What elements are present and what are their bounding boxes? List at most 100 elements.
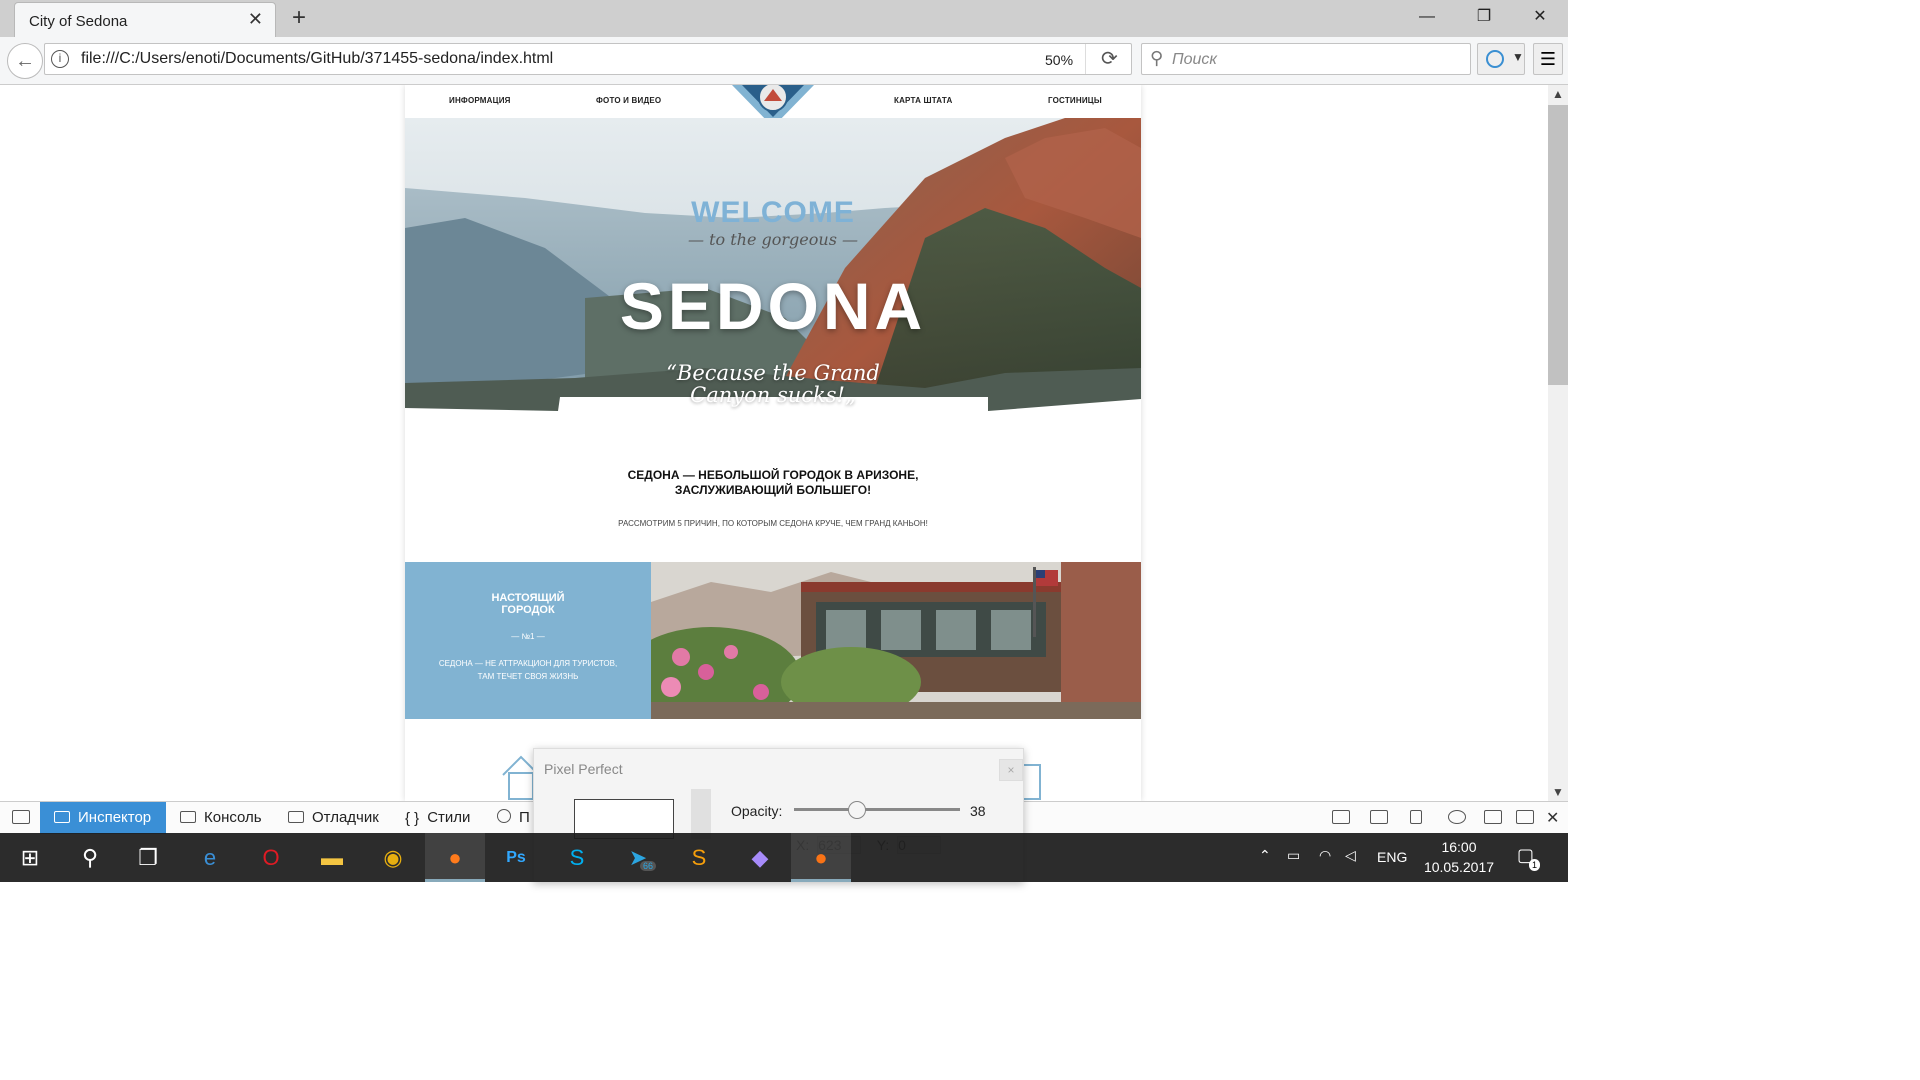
feature-description-line-2: ТАМ ТЕЧЕТ СВОЯ ЖИЗНЬ [477,672,579,681]
start-button[interactable]: ⊞ [0,833,60,882]
clock-time: 16:00 [1441,839,1477,855]
balloon-icon: ● [814,845,828,870]
tab-debugger[interactable]: Отладчик [288,802,379,834]
sublime-icon: S [691,845,707,870]
taskbar-skype[interactable]: S [547,833,607,882]
nav-item-hotels[interactable]: ГОСТИНИЦЫ [1048,96,1102,105]
address-bar[interactable]: i file:///C:/Users/enoti/Documents/GitHu… [44,43,1132,75]
tab-title: City of Sedona [29,13,128,30]
chevron-down-icon: ▼ [1512,50,1524,64]
hero-section: WELCOME — to the gorgeous — SEDONA “Beca… [405,118,1141,418]
opacity-label: Opacity: [731,803,783,819]
new-tab-button[interactable]: + [287,4,311,32]
vertical-scrollbar[interactable]: ▲ ▼ [1548,85,1568,801]
gear-icon[interactable] [1448,810,1466,824]
tab-inspector-label: Инспектор [78,809,152,826]
volume-icon[interactable]: ◁ [1345,847,1356,864]
taskbar-github[interactable]: ◆ [730,833,790,882]
taskbar-sublime[interactable]: S [669,833,729,882]
undock-icon[interactable] [1516,810,1534,824]
opacity-slider-track[interactable] [794,808,960,811]
hero-title: SEDONA [619,269,927,343]
thumbnail-scrollbar[interactable] [691,789,711,839]
search-button[interactable]: ⚲ [60,833,120,882]
photoshop-icon: Ps [506,849,526,866]
feature-heading: НАСТОЯЩИЙ ГОРОДОК [405,592,651,616]
feature-heading-line-1: НАСТОЯЩИЙ [491,592,565,604]
tab-performance[interactable]: П [497,802,530,834]
windows-logo-icon: ⊞ [20,845,40,870]
minimize-button[interactable]: — [1403,0,1451,34]
taskbar-brackets[interactable]: ● [791,833,851,882]
divider [1085,44,1086,74]
nav-item-map[interactable]: КАРТА ШТАТА [894,96,952,105]
split-console-icon[interactable] [1370,810,1388,824]
element-picker-icon[interactable] [12,810,30,824]
hero-welcome: WELCOME [691,196,855,229]
taskbar-chrome[interactable]: ◉ [363,833,423,882]
tab-console[interactable]: Консоль [180,802,262,834]
hero-subtitle: — to the gorgeous — [688,230,858,249]
tab-debugger-label: Отладчик [312,809,379,826]
url-text[interactable]: file:///C:/Users/enoti/Documents/GitHub/… [81,50,553,68]
taskbar-telegram[interactable]: ➤ 66 [608,833,668,882]
hamburger-menu-button[interactable]: ☰ [1533,43,1563,75]
extension-button[interactable]: ▼ [1477,43,1525,75]
tab-styles[interactable]: { } Стили [405,802,470,834]
arrow-left-icon: ← [15,50,35,72]
tab-inspector[interactable]: Инспектор [40,802,166,834]
info-icon[interactable]: i [51,50,69,68]
scroll-up-icon[interactable]: ▲ [1552,87,1564,101]
search-placeholder: Поиск [1172,51,1217,68]
restore-button[interactable]: ❐ [1460,0,1508,34]
intro-heading: СЕДОНА — НЕБОЛЬШОЙ ГОРОДОК В АРИЗОНЕ, ЗА… [405,468,1141,498]
navigation-toolbar: ← i file:///C:/Users/enoti/Documents/Git… [0,37,1568,85]
browser-tab[interactable]: City of Sedona ✕ [14,2,276,38]
clock-date: 10.05.2017 [1423,859,1495,875]
firefox-icon: ● [448,845,462,870]
console-icon [180,811,196,823]
clock[interactable]: 16:00 10.05.2017 [1422,837,1496,877]
tab-styles-label: Стили [427,809,471,826]
taskbar-explorer[interactable]: ▬ [302,833,362,882]
opera-icon: O [262,845,280,870]
scrollbar-thumb[interactable] [1548,105,1568,385]
sedona-page: ИНФОРМАЦИЯ ФОТО И ВИДЕО КАРТА ШТАТА ГОСТ… [405,85,1141,801]
inspector-icon [54,811,70,823]
task-view-button[interactable]: ❐ [118,833,178,882]
dock-side-icon[interactable] [1484,810,1502,824]
reload-icon[interactable]: ⟳ [1101,46,1118,71]
feature-heading-line-2: ГОРОДОК [501,604,555,616]
nav-item-info[interactable]: ИНФОРМАЦИЯ [449,96,511,105]
chevron-up-icon[interactable]: ⌃ [1259,847,1271,864]
scroll-down-icon[interactable]: ▼ [1552,785,1564,799]
wifi-icon[interactable]: ◠ [1319,847,1331,864]
feature-description-line-1: СЕДОНА — НЕ АТТРАКЦИОН ДЛЯ ТУРИСТОВ, [438,659,618,668]
opacity-slider-thumb[interactable] [848,801,867,819]
window-close-button[interactable]: ✕ [1516,0,1564,34]
language-indicator[interactable]: ENG [1377,849,1407,865]
battery-icon[interactable]: ▭ [1287,847,1300,864]
zoom-indicator[interactable]: 50% [1045,52,1073,68]
windows-taskbar: ⊞ ⚲ ❐ e O ▬ ◉ ● Ps S ➤ 66 S ◆ ● ⌃ ▭ ◠ ◁ E… [0,833,1568,882]
responsive-design-icon[interactable] [1410,810,1422,824]
taskbar-photoshop[interactable]: Ps [486,833,546,882]
github-icon: ◆ [751,845,769,870]
panel-close-button[interactable]: × [999,759,1023,781]
back-button[interactable]: ← [7,43,43,79]
system-tray: ⌃ ▭ ◠ ◁ ENG ▢ 1 [1255,833,1568,882]
telegram-badge: 66 [640,861,657,871]
taskbar-edge[interactable]: e [180,833,240,882]
edge-icon: e [203,845,217,870]
taskbar-firefox[interactable]: ● [425,833,485,882]
search-icon: ⚲ [81,845,99,870]
tab-close-icon[interactable]: ✕ [248,9,263,30]
taskbar-opera[interactable]: O [241,833,301,882]
search-box[interactable]: ⚲ Поиск [1141,43,1471,75]
search-icon: ⚲ [1150,48,1164,68]
browser-tab-bar: City of Sedona ✕ + — ❐ ✕ [0,0,1568,38]
feature-description: СЕДОНА — НЕ АТТРАКЦИОН ДЛЯ ТУРИСТОВ, ТАМ… [405,657,651,683]
layout-icon[interactable] [1332,810,1350,824]
nav-item-photo-video[interactable]: ФОТО И ВИДЕО [596,96,661,105]
devtools-close-icon[interactable]: ✕ [1546,808,1559,828]
